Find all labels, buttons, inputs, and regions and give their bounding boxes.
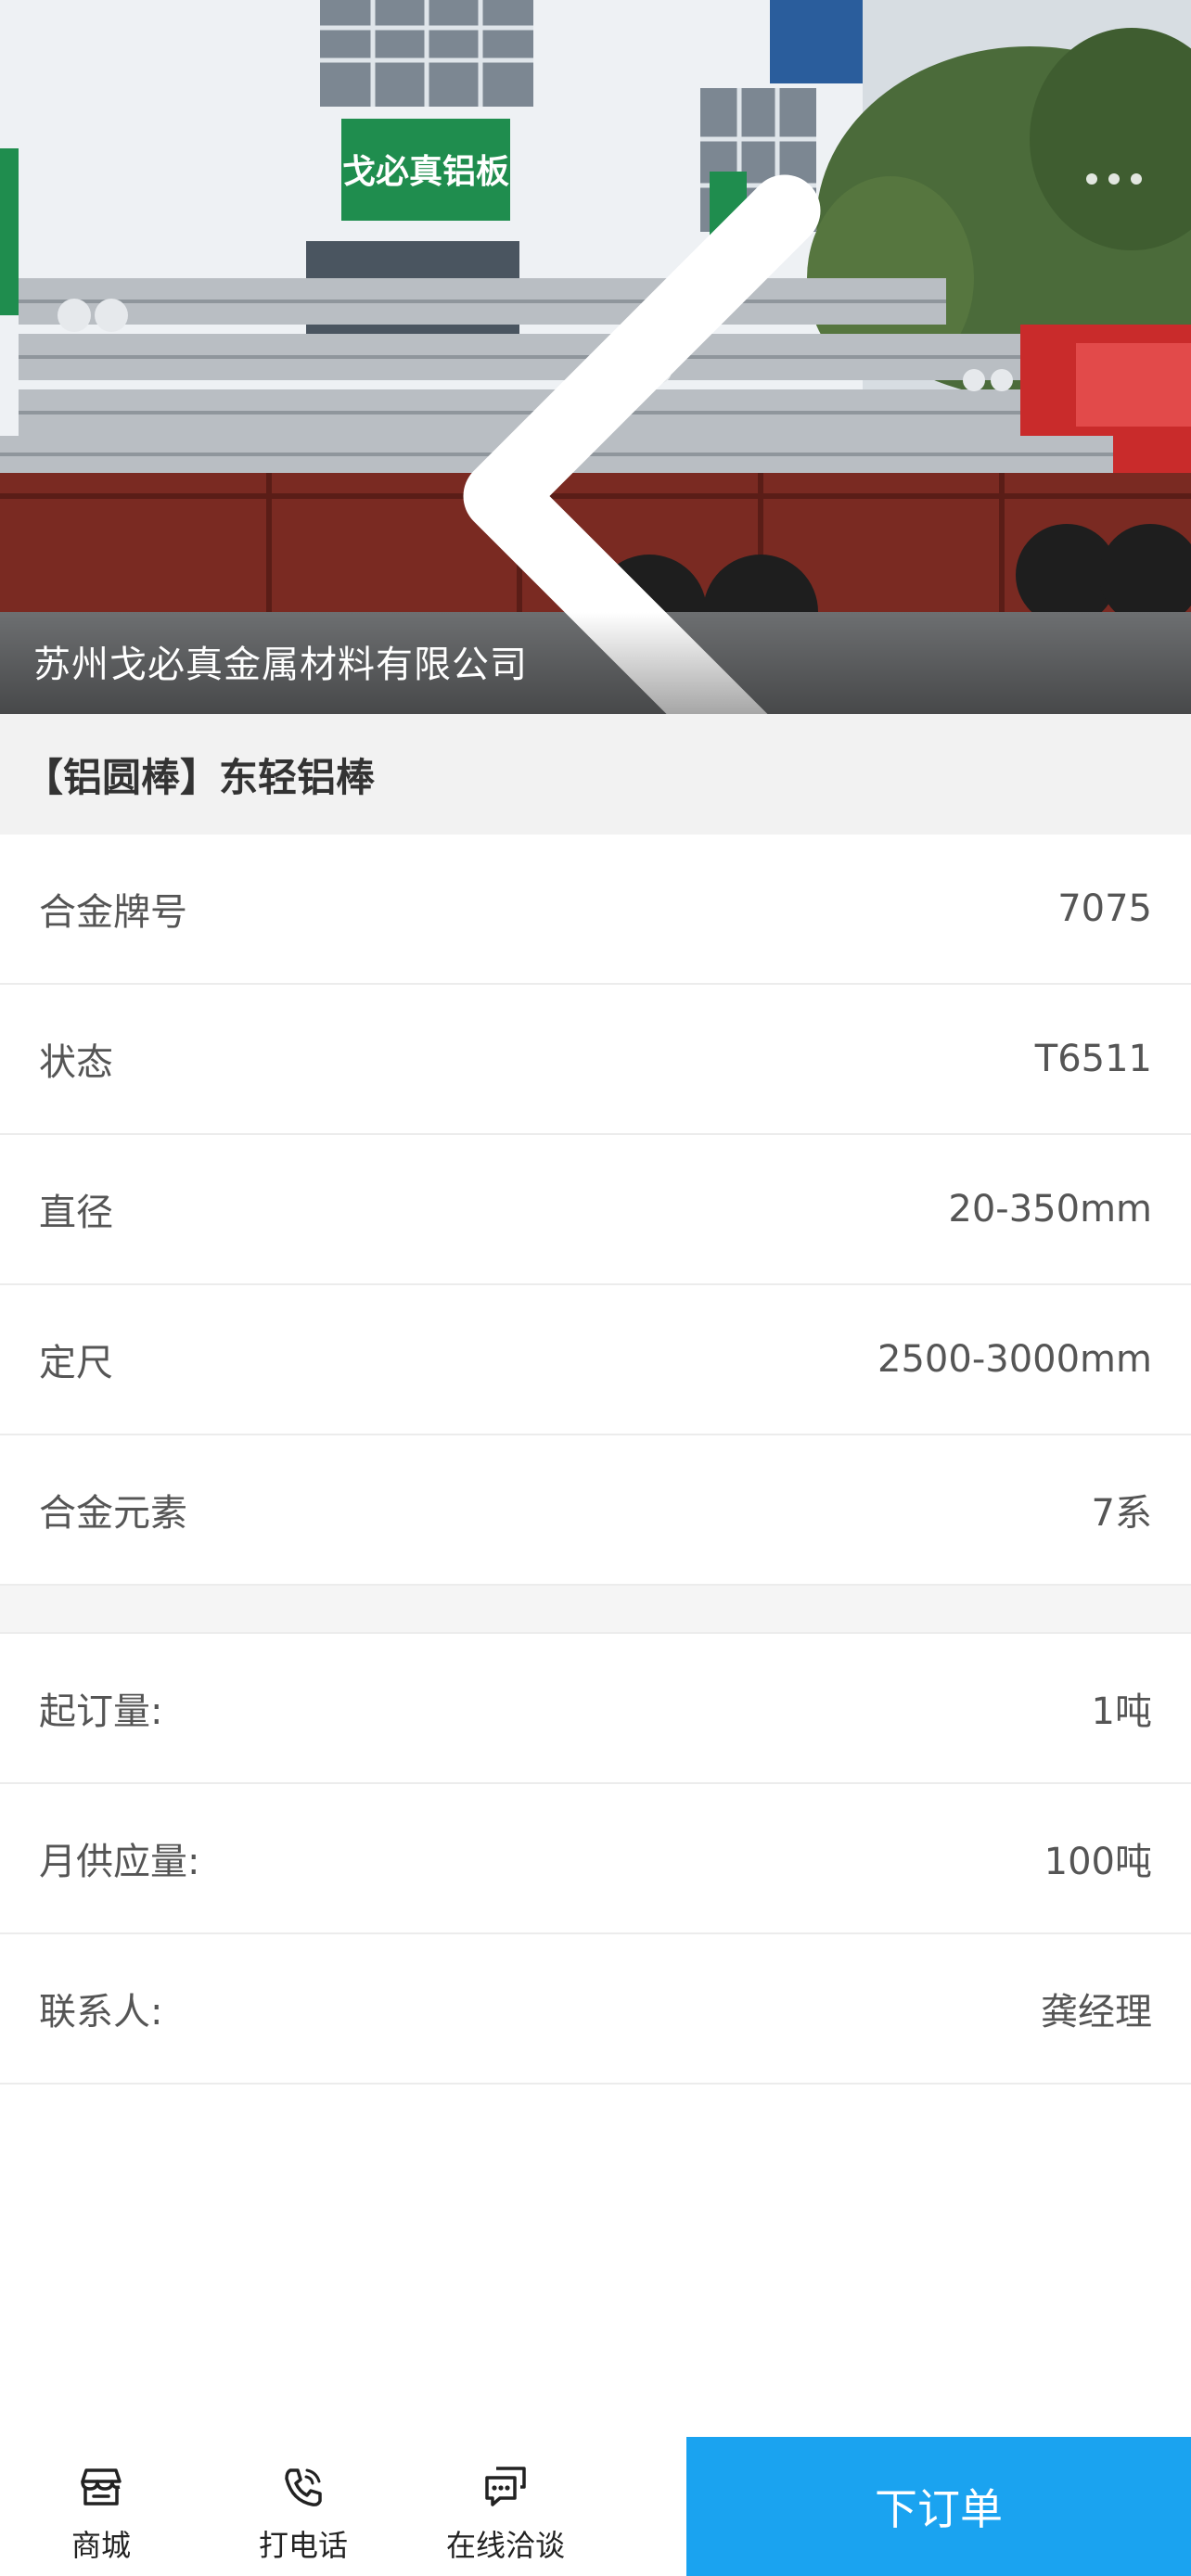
online-chat-button[interactable]: 在线洽谈 (404, 2437, 607, 2576)
call-button[interactable]: 打电话 (202, 2437, 404, 2576)
spec-label: 定尺 (39, 1342, 113, 1384)
product-detail-page: 戈必真铝板 苏州戈必真金属材料有限公司 【铝圆棒】东轻铝棒 合金牌号 7075 … (0, 0, 1191, 2576)
spec-value: T6511 (1034, 1038, 1152, 1080)
order-label: 起订量: (39, 1690, 163, 1733)
product-photo: 戈必真铝板 苏州戈必真金属材料有限公司 (0, 0, 1191, 714)
order-row-monthly-supply: 月供应量: 100吨 (0, 1784, 1191, 1934)
spec-list: 合金牌号 7075 状态 T6511 直径 20-350mm 定尺 2500-3… (0, 835, 1191, 1586)
dot-icon (1131, 173, 1142, 185)
section-divider (0, 1586, 1191, 1634)
order-row-min-quantity: 起订量: 1吨 (0, 1634, 1191, 1784)
shop-label: 商城 (70, 2528, 131, 2563)
order-value: 1吨 (1091, 1690, 1152, 1733)
order-row-contact: 联系人: 龚经理 (0, 1934, 1191, 2085)
company-name: 苏州戈必真金属材料有限公司 (33, 644, 528, 686)
product-title-bar: 【铝圆棒】东轻铝棒 (0, 714, 1191, 835)
phone-icon (285, 2468, 322, 2506)
order-info-list: 起订量: 1吨 月供应量: 100吨 联系人: 龚经理 (0, 1634, 1191, 2085)
spec-label: 合金元素 (39, 1492, 187, 1535)
place-order-button[interactable]: 下订单 (686, 2437, 1191, 2576)
order-label: 月供应量: (39, 1841, 200, 1883)
dot-icon (1086, 173, 1097, 185)
call-label: 打电话 (258, 2528, 348, 2563)
spec-value: 2500-3000mm (877, 1338, 1152, 1381)
order-value: 龚经理 (1041, 1991, 1152, 2034)
bottom-action-bar: 商城 打电话 在线洽谈 下订单 (0, 2437, 1191, 2576)
dot-icon (1108, 173, 1120, 185)
order-label: 联系人: (39, 1991, 163, 2034)
spec-row-alloy-element: 合金元素 7系 (0, 1435, 1191, 1586)
spec-row-alloy-grade: 合金牌号 7075 (0, 835, 1191, 985)
online-chat-label: 在线洽谈 (445, 2528, 565, 2563)
order-value: 100吨 (1044, 1841, 1152, 1883)
spec-label: 合金牌号 (39, 891, 187, 934)
spec-row-temper: 状态 T6511 (0, 985, 1191, 1135)
shop-icon (81, 2468, 122, 2506)
product-title: 【铝圆棒】东轻铝棒 (24, 754, 376, 800)
spec-row-diameter: 直径 20-350mm (0, 1135, 1191, 1285)
spec-value: 7系 (1091, 1492, 1152, 1535)
spec-label: 状态 (39, 1041, 113, 1084)
spec-label: 直径 (39, 1192, 113, 1234)
spec-value: 20-350mm (948, 1188, 1152, 1231)
spec-row-length: 定尺 2500-3000mm (0, 1285, 1191, 1435)
more-options-button[interactable] (1072, 156, 1156, 202)
shop-button[interactable]: 商城 (0, 2437, 202, 2576)
chat-icon (485, 2467, 526, 2506)
back-button[interactable] (46, 139, 821, 714)
spec-value: 7075 (1057, 887, 1152, 930)
